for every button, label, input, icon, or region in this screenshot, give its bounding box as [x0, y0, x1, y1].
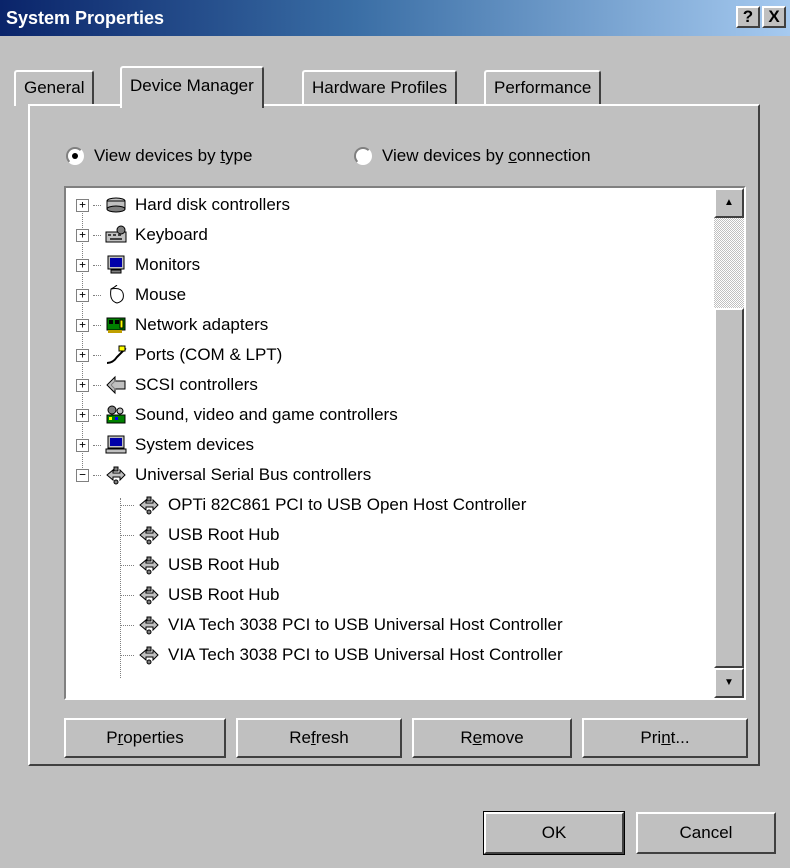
radio-label: View devices by connection: [382, 146, 591, 165]
expand-icon[interactable]: +: [76, 198, 89, 212]
ok-button[interactable]: OK: [483, 811, 625, 855]
hard-disk-controller-icon: [106, 197, 126, 213]
tree-item-label: Universal Serial Bus controllers: [135, 465, 372, 484]
title-bar[interactable]: System Properties ? X: [0, 0, 790, 36]
tree-item-label: Monitors: [135, 255, 201, 274]
usb-icon: [139, 586, 159, 605]
expand-icon[interactable]: +: [76, 318, 89, 332]
tree-item-label: System devices: [135, 435, 255, 454]
vertical-scrollbar[interactable]: ▲ ▼: [714, 188, 744, 698]
device-tree[interactable]: + Hard disk controllers + Keyboard + Mon…: [64, 186, 746, 700]
usb-icon: [139, 496, 159, 515]
tree-item-label: Hard disk controllers: [135, 195, 290, 214]
cancel-button[interactable]: Cancel: [636, 812, 776, 854]
tree-device[interactable]: VIA Tech 3038 PCI to USB Universal Host …: [120, 610, 563, 640]
tree-category-system[interactable]: + System devices: [76, 430, 254, 460]
tree-category-mouse[interactable]: + Mouse: [76, 280, 186, 310]
tree-item-label: USB Root Hub: [168, 525, 280, 544]
expand-icon[interactable]: +: [76, 288, 89, 302]
scsi-icon: [106, 375, 126, 395]
tree-category-keyboard[interactable]: + Keyboard: [76, 220, 208, 250]
tree-item-label: OPTi 82C861 PCI to USB Open Host Control…: [168, 495, 527, 514]
button-label: OK: [541, 823, 567, 842]
refresh-button[interactable]: Refresh: [236, 718, 402, 758]
tree-category-scsi[interactable]: + SCSI controllers: [76, 370, 258, 400]
remove-button[interactable]: Remove: [412, 718, 572, 758]
tree-category-sound[interactable]: + Sound, video and game controllers: [76, 400, 398, 430]
view-by-connection-radio[interactable]: View devices by connection: [354, 146, 591, 166]
sound-icon: [106, 405, 126, 424]
tree-item-label: VIA Tech 3038 PCI to USB Universal Host …: [168, 645, 563, 664]
button-label: Properties: [106, 728, 184, 747]
tree-item-label: Mouse: [135, 285, 187, 304]
tab-device-manager[interactable]: Device Manager: [120, 66, 264, 108]
button-label: Cancel: [679, 823, 733, 842]
tree-item-label: VIA Tech 3038 PCI to USB Universal Host …: [168, 615, 563, 634]
tree-item-label: Sound, video and game controllers: [135, 405, 398, 424]
scroll-up-button[interactable]: ▲: [714, 188, 744, 218]
usb-icon: [106, 466, 126, 485]
system-properties-window: System Properties ? X General Device Man…: [0, 0, 790, 868]
properties-button[interactable]: Properties: [64, 718, 226, 758]
button-label: Refresh: [289, 728, 349, 747]
scroll-thumb[interactable]: [714, 308, 744, 668]
button-label: Remove: [460, 728, 524, 747]
tree-category-hard-disk[interactable]: + Hard disk controllers: [76, 190, 290, 220]
monitor-icon: [107, 255, 125, 274]
tab-performance[interactable]: Performance: [484, 70, 602, 106]
tree-category-usb[interactable]: − Universal Serial Bus controllers: [76, 460, 371, 490]
tree-item-label: Ports (COM & LPT): [135, 345, 283, 364]
expand-icon[interactable]: +: [76, 438, 89, 452]
tab-label: General: [24, 78, 85, 97]
window-title: System Properties: [6, 7, 165, 28]
usb-icon: [139, 616, 159, 635]
print-button[interactable]: Print...: [582, 718, 748, 758]
tab-label: Device Manager: [130, 76, 254, 95]
tree-device[interactable]: VIA Tech 3038 PCI to USB Universal Host …: [120, 640, 563, 670]
radio-selected-indicator[interactable]: [66, 147, 84, 165]
tab-label: Hardware Profiles: [312, 78, 448, 97]
device-manager-panel: View devices by type View devices by con…: [28, 104, 760, 766]
tree-item-label: USB Root Hub: [168, 555, 280, 574]
scroll-down-button[interactable]: ▼: [714, 668, 744, 698]
tree-device[interactable]: USB Root Hub: [120, 580, 280, 610]
expand-icon[interactable]: +: [76, 258, 89, 272]
tree-item-label: USB Root Hub: [168, 585, 280, 604]
usb-icon: [139, 556, 159, 575]
tree-item-label: SCSI controllers: [135, 375, 258, 394]
expand-icon[interactable]: +: [76, 348, 89, 362]
tab-hardware-profiles[interactable]: Hardware Profiles: [302, 70, 458, 106]
close-button[interactable]: X: [762, 6, 786, 28]
tree-category-ports[interactable]: + Ports (COM & LPT): [76, 340, 282, 370]
collapse-icon[interactable]: −: [76, 468, 89, 482]
radio-indicator[interactable]: [354, 147, 372, 165]
tree-category-monitors[interactable]: + Monitors: [76, 250, 200, 280]
tree-category-network[interactable]: + Network adapters: [76, 310, 268, 340]
tree-item-label: Network adapters: [135, 315, 269, 334]
usb-icon: [139, 646, 159, 665]
help-button[interactable]: ?: [736, 6, 760, 28]
tab-general[interactable]: General: [14, 70, 95, 106]
port-icon: [106, 345, 127, 364]
tree-device[interactable]: USB Root Hub: [120, 520, 280, 550]
expand-icon[interactable]: +: [76, 228, 89, 242]
expand-icon[interactable]: +: [76, 408, 89, 422]
usb-icon: [139, 526, 159, 545]
keyboard-icon: [105, 225, 127, 243]
tree-item-label: Keyboard: [135, 225, 208, 244]
tree-device[interactable]: USB Root Hub: [120, 550, 280, 580]
expand-icon[interactable]: +: [76, 378, 89, 392]
button-label: Print...: [640, 728, 690, 747]
system-device-icon: [105, 435, 127, 454]
tab-label: Performance: [494, 78, 592, 97]
network-adapter-icon: [106, 317, 126, 333]
view-by-type-radio[interactable]: View devices by type: [66, 146, 252, 166]
mouse-icon: [110, 285, 124, 304]
tree-device[interactable]: OPTi 82C861 PCI to USB Open Host Control…: [120, 490, 526, 520]
radio-label: View devices by type: [94, 146, 253, 165]
